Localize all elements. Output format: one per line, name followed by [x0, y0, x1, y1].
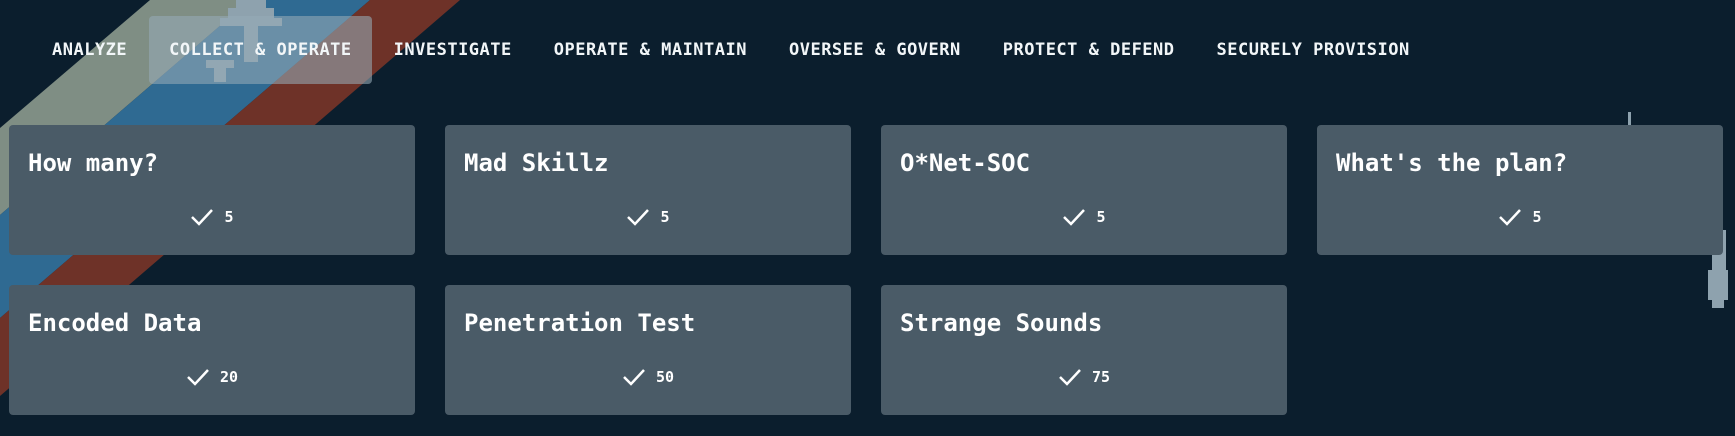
- tab-investigate[interactable]: INVESTIGATE: [374, 16, 532, 84]
- tab-securely-provision[interactable]: SECURELY PROVISION: [1197, 16, 1430, 84]
- challenge-card-encoded-data[interactable]: Encoded Data 20: [9, 285, 415, 415]
- tab-operate-maintain[interactable]: OPERATE & MAINTAIN: [534, 16, 767, 84]
- solve-count-row: 75: [881, 367, 1287, 387]
- challenge-title: How many?: [28, 149, 159, 177]
- solve-count: 5: [1096, 208, 1106, 226]
- challenge-grid: How many? 5 Mad Skillz 5 O*Net-SOC 5 Wha…: [9, 125, 1723, 415]
- solve-count: 50: [655, 368, 675, 386]
- tab-analyze[interactable]: ANALYZE: [32, 16, 147, 84]
- tab-collect-operate[interactable]: COLLECT & OPERATE: [149, 16, 372, 84]
- challenge-title: O*Net-SOC: [900, 149, 1031, 177]
- check-icon: [1063, 209, 1086, 226]
- check-icon: [623, 369, 645, 386]
- challenge-title: Encoded Data: [28, 309, 202, 337]
- solve-count-row: 5: [9, 207, 415, 227]
- tab-oversee-govern[interactable]: OVERSEE & GOVERN: [769, 16, 981, 84]
- challenge-card-mad-skillz[interactable]: Mad Skillz 5: [445, 125, 851, 255]
- solve-count-row: 5: [881, 207, 1287, 227]
- challenge-card-strange-sounds[interactable]: Strange Sounds 75: [881, 285, 1287, 415]
- solve-count-row: 50: [445, 367, 851, 387]
- solve-count: 5: [660, 208, 670, 226]
- solve-count: 75: [1091, 368, 1111, 386]
- solve-count-row: 5: [1317, 207, 1723, 227]
- solve-count-row: 5: [445, 207, 851, 227]
- solve-count: 5: [1532, 208, 1542, 226]
- challenge-card-onet-soc[interactable]: O*Net-SOC 5: [881, 125, 1287, 255]
- check-icon: [1499, 209, 1522, 226]
- challenge-title: What's the plan?: [1336, 149, 1568, 177]
- category-tabs: ANALYZE COLLECT & OPERATE INVESTIGATE OP…: [32, 15, 1432, 85]
- check-icon: [191, 209, 214, 226]
- challenge-title: Mad Skillz: [464, 149, 609, 177]
- challenge-card-penetration-test[interactable]: Penetration Test 50: [445, 285, 851, 415]
- check-icon: [1059, 369, 1081, 386]
- check-icon: [187, 369, 209, 386]
- challenge-title: Penetration Test: [464, 309, 696, 337]
- check-icon: [627, 209, 650, 226]
- challenge-title: Strange Sounds: [900, 309, 1103, 337]
- solve-count-row: 20: [9, 367, 415, 387]
- challenge-card-how-many[interactable]: How many? 5: [9, 125, 415, 255]
- solve-count: 20: [219, 368, 239, 386]
- tab-protect-defend[interactable]: PROTECT & DEFEND: [983, 16, 1195, 84]
- challenge-card-whats-the-plan[interactable]: What's the plan? 5: [1317, 125, 1723, 255]
- solve-count: 5: [224, 208, 234, 226]
